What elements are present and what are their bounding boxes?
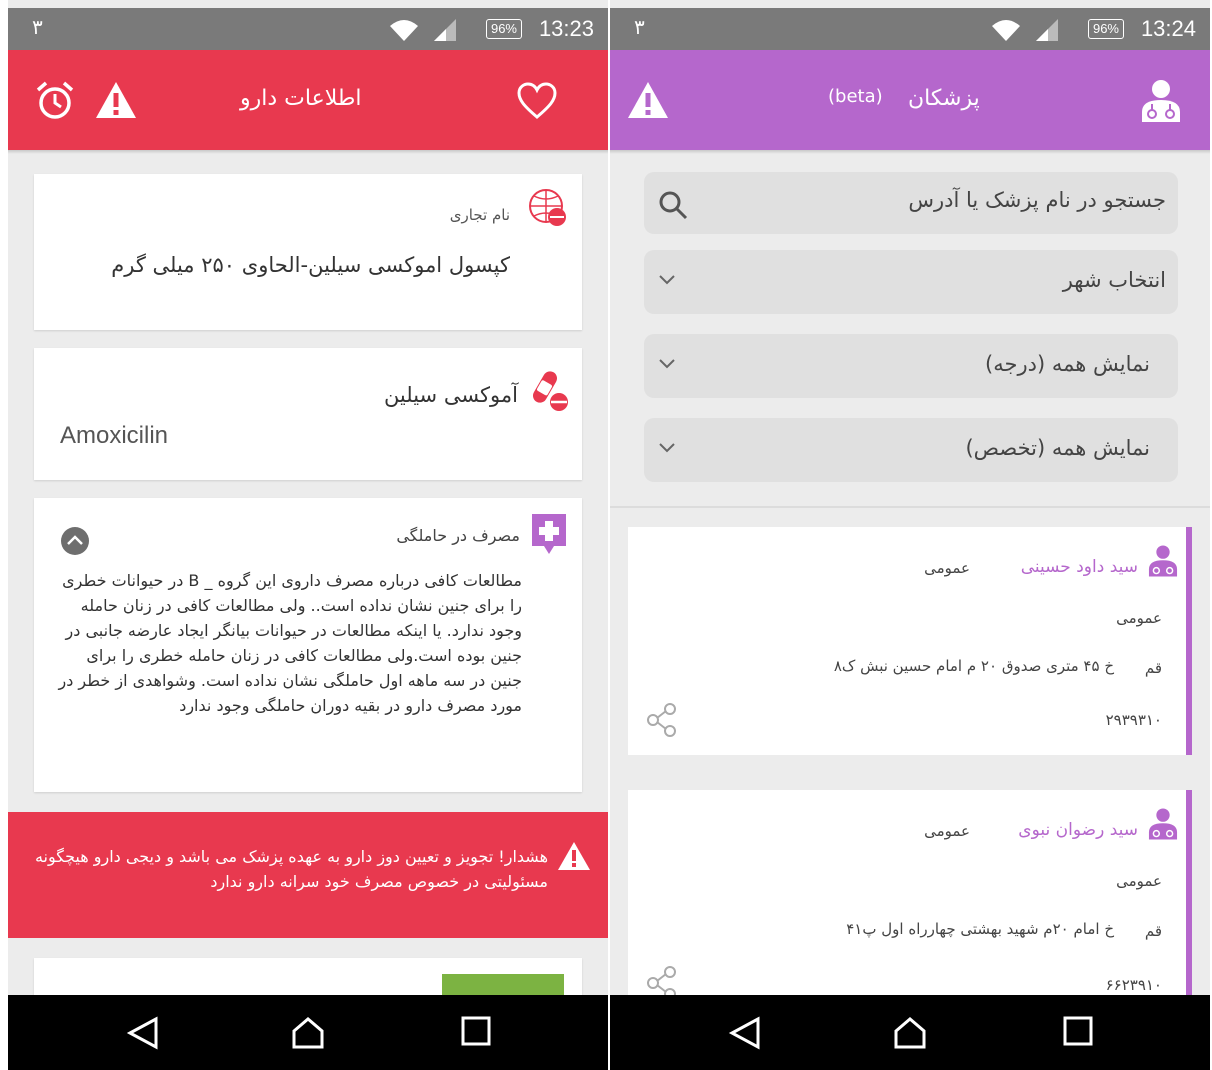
search-placeholder: جستجو در نام پزشک یا آدرس <box>908 188 1166 212</box>
appbar-shadow <box>8 150 608 154</box>
pregnancy-label: مصرف در حاملگی <box>396 526 520 545</box>
page-title: اطلاعات دارو <box>240 86 362 111</box>
trade-name-value: کپسول اموکسی سیلین-الحاوی ۲۵۰ میلی گرم <box>111 253 510 277</box>
status-bar: ۳ 96% 13:24 <box>610 8 1210 50</box>
doctor-card[interactable]: سید داود حسینی عمومی عمومی قم خ ۴۵ متری … <box>628 527 1192 755</box>
signal-icon <box>1036 19 1058 41</box>
trade-name-label: نام تجاری <box>449 206 510 224</box>
system-nav-bar <box>610 995 1210 1070</box>
page-title: پزشکان <box>908 86 980 111</box>
back-icon[interactable] <box>728 1015 762 1051</box>
doctor-specialty: عمومی <box>1116 872 1162 890</box>
drug-info-screen: ۳ 96% 13:23 اطلاعات دارو نام تجاری کپسول… <box>8 0 608 1070</box>
search-icon <box>659 191 688 220</box>
trade-name-card: نام تجاری کپسول اموکسی سیلین-الحاوی ۲۵۰ … <box>34 174 582 330</box>
clock: 13:24 <box>1140 16 1196 41</box>
warning-icon[interactable] <box>626 80 670 120</box>
back-icon[interactable] <box>126 1015 160 1051</box>
collapse-icon[interactable] <box>60 526 90 556</box>
clock: 13:23 <box>538 16 594 41</box>
city-select[interactable]: انتخاب شهر <box>644 250 1178 314</box>
appbar-shadow <box>610 150 1210 154</box>
alarm-icon[interactable] <box>34 80 76 122</box>
doctor-specialty: عمومی <box>1116 609 1162 627</box>
specialty-select-value: نمایش همه (تخصص) <box>965 436 1150 460</box>
medical-cross-icon <box>532 514 566 554</box>
doctor-address: خ امام ۲۰م شهید بهشتی چهارراه اول پ۴۱ <box>846 920 1114 938</box>
filter-separator <box>610 506 1210 508</box>
recents-icon[interactable] <box>460 1015 492 1047</box>
app-bar: اطلاعات دارو <box>8 50 608 150</box>
beta-label: (beta) <box>828 86 883 107</box>
system-nav-bar <box>8 995 608 1070</box>
wifi-icon <box>390 20 418 41</box>
home-icon[interactable] <box>290 1015 326 1051</box>
share-icon[interactable] <box>646 703 678 737</box>
generic-name-card: آموکسی سیلین Amoxicilin <box>34 348 582 480</box>
doctor-city: قم <box>1144 659 1162 677</box>
wifi-icon <box>992 20 1020 41</box>
degree-select[interactable]: نمایش همه (درجه) <box>644 334 1178 398</box>
doctor-city: قم <box>1144 922 1162 940</box>
degree-select-value: نمایش همه (درجه) <box>985 352 1150 376</box>
search-input[interactable]: جستجو در نام پزشک یا آدرس <box>644 172 1178 234</box>
warning-icon[interactable] <box>94 80 138 120</box>
favorite-heart-icon[interactable] <box>516 82 558 120</box>
status-bar: ۳ 96% 13:23 <box>8 8 608 50</box>
doctor-phone: ۲۹۳۹۳۱۰ <box>1105 711 1162 729</box>
doctor-name: سید داود حسینی <box>1020 557 1138 577</box>
generic-name-en: Amoxicilin <box>60 422 169 449</box>
recents-icon[interactable] <box>1062 1015 1094 1047</box>
warning-banner: هشدار! تجویز و تعیین دوز دارو به عهده پز… <box>8 812 608 938</box>
city-select-value: انتخاب شهر <box>1062 268 1166 292</box>
doctor-address: خ ۴۵ متری صدوق ۲۰ م امام حسین نبش ک۸ <box>833 657 1114 675</box>
app-bar: (beta) پزشکان <box>610 50 1210 150</box>
generic-name-fa: آموکسی سیلین <box>383 383 518 407</box>
doctor-avatar-icon <box>1148 808 1178 840</box>
warning-triangle-icon <box>558 842 590 870</box>
notification-count: ۳ <box>634 15 645 39</box>
battery-indicator: 96% <box>1087 19 1124 39</box>
signal-icon <box>434 19 456 41</box>
notification-count: ۳ <box>32 15 43 39</box>
warning-text: هشدار! تجویز و تعیین دوز دارو به عهده پز… <box>34 847 548 891</box>
chevron-down-icon <box>659 443 675 453</box>
doctors-screen: ۳ 96% 13:24 (beta) پزشکان جستجو در نام پ… <box>610 0 1210 1070</box>
specialty-select[interactable]: نمایش همه (تخصص) <box>644 418 1178 482</box>
home-icon[interactable] <box>892 1015 928 1051</box>
doctor-card[interactable]: سید رضوان نبوی عمومی عمومی قم خ امام ۲۰م… <box>628 790 1192 1010</box>
doctor-phone: ۶۶۲۳۹۱۰ <box>1105 976 1162 994</box>
doctor-name: سید رضوان نبوی <box>1018 820 1138 840</box>
doctor-icon <box>1142 80 1180 122</box>
chevron-down-icon <box>659 359 675 369</box>
drug-globe-icon <box>529 189 566 226</box>
pregnancy-text: مطالعات کافی درباره مصرف داروی این گروه … <box>58 571 522 715</box>
pregnancy-card: مصرف در حاملگی مطالعات کافی درباره مصرف … <box>34 498 582 792</box>
doctor-type: عمومی <box>924 822 970 840</box>
capsule-icon <box>533 371 568 411</box>
battery-indicator: 96% <box>485 19 522 39</box>
chevron-down-icon <box>659 275 675 285</box>
doctor-type: عمومی <box>924 559 970 577</box>
doctor-avatar-icon <box>1148 545 1178 577</box>
